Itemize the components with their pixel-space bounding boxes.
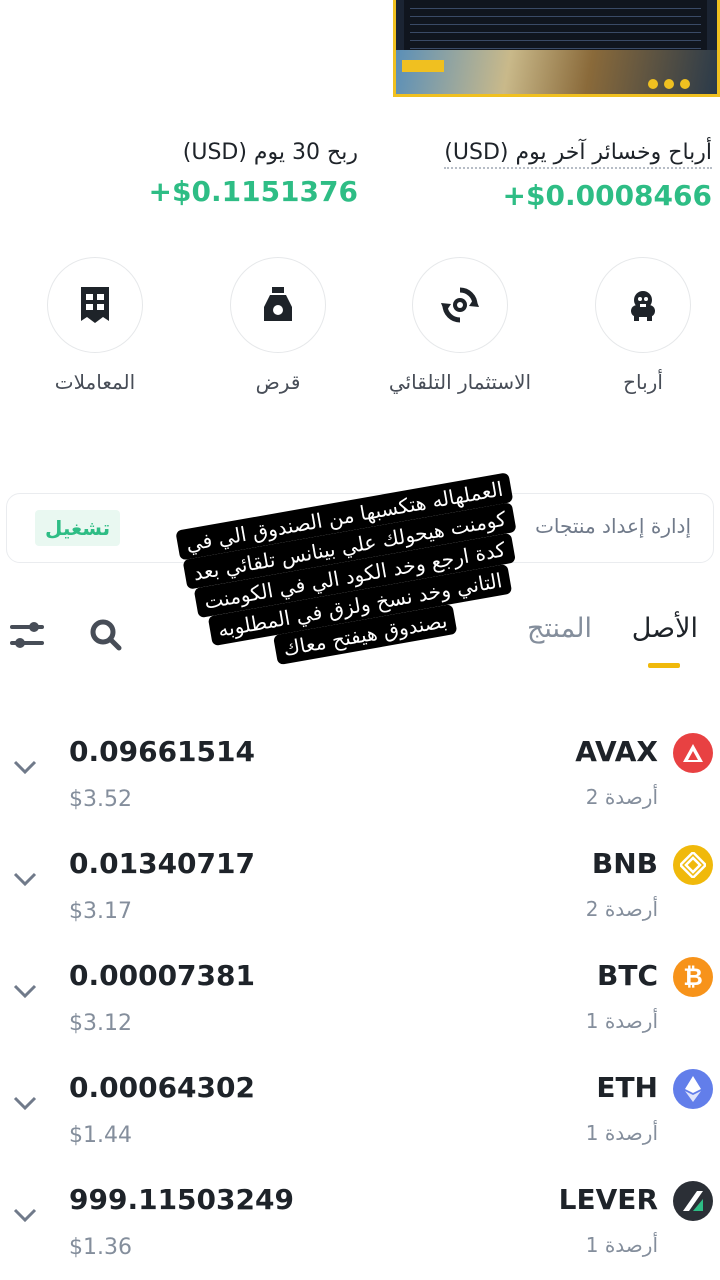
asset-symbol: AVAX bbox=[575, 735, 658, 768]
asset-row-bnb[interactable]: 0.01340717 $3.17 BNB أرصدة 2 bbox=[0, 845, 720, 957]
search-icon[interactable] bbox=[88, 617, 124, 653]
asset-symbol: BTC bbox=[597, 959, 658, 992]
transactions-button[interactable]: المعاملات bbox=[15, 257, 175, 397]
asset-amount: 0.09661514 bbox=[69, 735, 255, 768]
eth-coin-icon bbox=[673, 1069, 713, 1109]
loan-button[interactable]: قرض bbox=[198, 257, 358, 397]
asset-balances: أرصدة 2 bbox=[585, 785, 658, 809]
asset-row-btc[interactable]: 0.00007381 $3.12 BTC أرصدة 1 ₿ bbox=[0, 957, 720, 1069]
loan-label: قرض bbox=[255, 370, 301, 394]
asset-row-avax[interactable]: 0.09661514 $3.52 AVAX أرصدة 2 bbox=[0, 733, 720, 845]
avax-coin-icon bbox=[673, 733, 713, 773]
lever-coin-icon bbox=[673, 1181, 713, 1221]
asset-symbol: ETH bbox=[596, 1071, 658, 1104]
transactions-icon bbox=[81, 287, 109, 323]
pnl-30d-block: ربح 30 يوم (USD) +$0.1151376 bbox=[149, 140, 358, 208]
thumbnail-table bbox=[404, 0, 707, 52]
asset-balances: أرصدة 2 bbox=[585, 897, 658, 921]
asset-symbol: LEVER bbox=[558, 1183, 658, 1216]
piggy-bank-icon bbox=[631, 291, 655, 321]
asset-balances: أرصدة 1 bbox=[585, 1121, 658, 1145]
banner-text: إدارة إعداد منتجات bbox=[535, 514, 691, 538]
chevron-down-icon[interactable] bbox=[12, 983, 38, 999]
pnl-day-block: أرباح وخسائر آخر يوم (USD) +$0.0008466 bbox=[444, 140, 712, 212]
asset-symbol: BNB bbox=[591, 847, 658, 880]
pnl-day-value: +$0.0008466 bbox=[502, 179, 712, 212]
earn-label: أرباح bbox=[623, 370, 663, 394]
asset-usd-value: $3.52 bbox=[69, 787, 132, 812]
btc-coin-icon: ₿ bbox=[673, 957, 713, 997]
asset-usd-value: $3.12 bbox=[69, 1011, 132, 1036]
chevron-down-icon[interactable] bbox=[12, 759, 38, 775]
auto-invest-label: الاستثمار التلقائي bbox=[388, 370, 532, 394]
thumbnail-dot-icon bbox=[648, 79, 658, 89]
pnl-30d-value: +$0.1151376 bbox=[148, 175, 358, 208]
asset-amount: 0.00064302 bbox=[69, 1071, 255, 1104]
asset-row-eth[interactable]: 0.00064302 $1.44 ETH أرصدة 1 bbox=[0, 1069, 720, 1181]
asset-balances: أرصدة 1 bbox=[585, 1009, 658, 1033]
asset-amount: 0.00007381 bbox=[69, 959, 255, 992]
chevron-down-icon[interactable] bbox=[12, 871, 38, 887]
asset-amount: 999.11503249 bbox=[69, 1183, 294, 1216]
transactions-label: المعاملات bbox=[54, 370, 136, 394]
filter-sliders-icon[interactable] bbox=[8, 617, 46, 653]
active-tab-indicator bbox=[648, 663, 680, 668]
asset-usd-value: $1.36 bbox=[69, 1235, 132, 1260]
chevron-down-icon[interactable] bbox=[12, 1207, 38, 1223]
auto-invest-button[interactable]: الاستثمار التلقائي bbox=[380, 257, 540, 397]
pnl-30d-label: ربح 30 يوم (USD) bbox=[182, 140, 358, 165]
asset-balances: أرصدة 1 bbox=[585, 1233, 658, 1257]
pnl-day-label[interactable]: أرباح وخسائر آخر يوم (USD) bbox=[444, 140, 712, 169]
earn-circle[interactable] bbox=[595, 257, 691, 353]
transactions-circle[interactable] bbox=[47, 257, 143, 353]
loan-bag-icon bbox=[264, 287, 292, 321]
tab-asset[interactable]: الأصل bbox=[632, 613, 698, 644]
auto-invest-icon bbox=[441, 287, 479, 323]
chevron-down-icon[interactable] bbox=[12, 1095, 38, 1111]
auto-invest-circle[interactable] bbox=[412, 257, 508, 353]
asset-row-lever[interactable]: 999.11503249 $1.36 LEVER أرصدة 1 bbox=[0, 1181, 720, 1280]
thumbnail-dot-icon bbox=[664, 79, 674, 89]
asset-amount: 0.01340717 bbox=[69, 847, 255, 880]
asset-usd-value: $1.44 bbox=[69, 1123, 132, 1148]
earn-button[interactable]: أرباح bbox=[563, 257, 720, 397]
bnb-coin-icon bbox=[673, 845, 713, 885]
thumbnail-tag bbox=[402, 60, 444, 72]
enable-button[interactable]: تشغيل bbox=[35, 510, 121, 546]
thumbnail-dot-icon bbox=[680, 79, 690, 89]
promo-thumbnail[interactable] bbox=[393, 0, 720, 97]
asset-usd-value: $3.17 bbox=[69, 899, 132, 924]
loan-circle[interactable] bbox=[230, 257, 326, 353]
